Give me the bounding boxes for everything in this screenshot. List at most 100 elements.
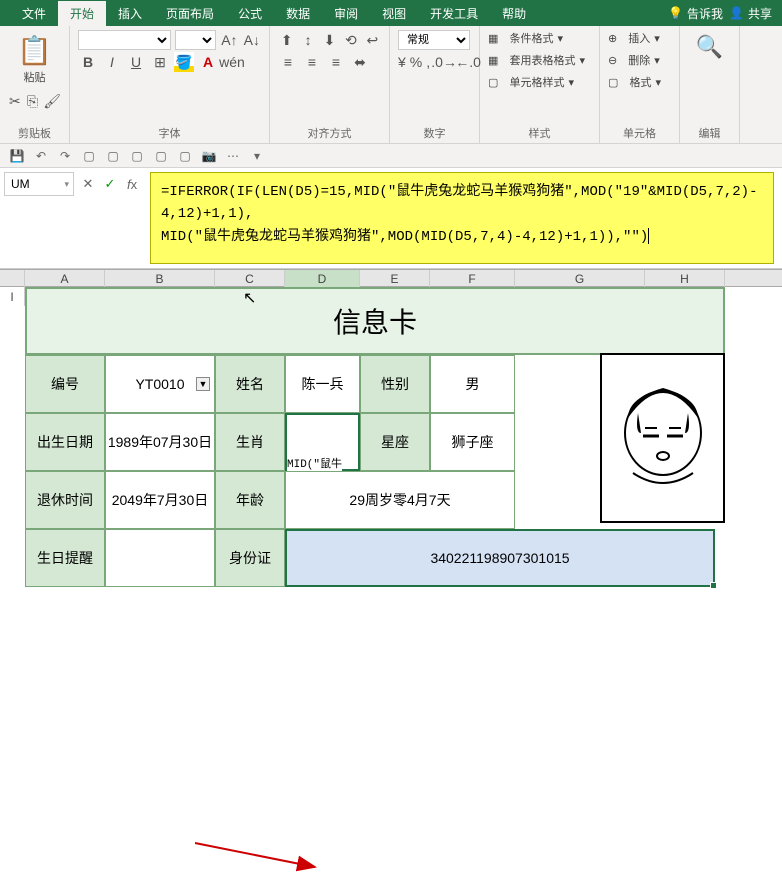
- qa-dropdown-icon[interactable]: ⋯: [224, 147, 242, 165]
- font-color-icon[interactable]: A: [198, 52, 218, 72]
- tab-insert[interactable]: 插入: [106, 1, 154, 26]
- label-remind[interactable]: 生日提醒: [25, 529, 105, 587]
- cell-sex[interactable]: 男: [430, 355, 515, 413]
- merge-icon[interactable]: ⬌: [350, 52, 370, 72]
- col-D[interactable]: D: [285, 270, 360, 288]
- underline-icon[interactable]: U: [126, 52, 146, 72]
- align-middle-icon[interactable]: ↕: [299, 30, 316, 50]
- label-id[interactable]: 身份证: [215, 529, 285, 587]
- cell-name[interactable]: 陈一兵: [285, 355, 360, 413]
- cell-remind[interactable]: [105, 529, 215, 587]
- cell-age[interactable]: 29周岁零4月7天: [285, 471, 515, 529]
- cancel-formula-icon[interactable]: ✕: [78, 174, 98, 194]
- copy-icon[interactable]: ⎘: [26, 91, 40, 111]
- fill-color-icon[interactable]: 🪣: [174, 52, 194, 72]
- label-name[interactable]: 姓名: [215, 355, 285, 413]
- phonetic-icon[interactable]: wén: [222, 52, 242, 72]
- tab-help[interactable]: 帮助: [490, 1, 538, 26]
- cell-retire[interactable]: 2049年7月30日: [105, 471, 215, 529]
- fx-icon[interactable]: fx: [122, 174, 142, 194]
- align-left-icon[interactable]: ≡: [278, 52, 298, 72]
- insert-cells-button[interactable]: ⊕ 插入 ▾: [608, 30, 671, 46]
- label-number[interactable]: 编号: [25, 355, 105, 413]
- save-icon[interactable]: 💾: [8, 147, 26, 165]
- percent-icon[interactable]: %: [410, 52, 422, 72]
- camera-icon[interactable]: 📷: [200, 147, 218, 165]
- bold-icon[interactable]: B: [78, 52, 98, 72]
- format-painter-icon[interactable]: 🖌: [43, 91, 61, 111]
- tab-data[interactable]: 数据: [274, 1, 322, 26]
- conditional-format-button[interactable]: ▦ 条件格式 ▾: [488, 30, 591, 46]
- cell-style-button[interactable]: ▢ 单元格样式 ▾: [488, 74, 591, 90]
- comma-icon[interactable]: ,: [426, 52, 430, 72]
- tab-file[interactable]: 文件: [10, 1, 58, 26]
- label-age[interactable]: 年龄: [215, 471, 285, 529]
- dec-decimal-icon[interactable]: ←.0: [458, 52, 478, 72]
- align-right-icon[interactable]: ≡: [326, 52, 346, 72]
- label-retire[interactable]: 退休时间: [25, 471, 105, 529]
- tab-view[interactable]: 视图: [370, 1, 418, 26]
- inc-decimal-icon[interactable]: .0→: [434, 52, 454, 72]
- col-C[interactable]: C: [215, 270, 285, 288]
- qa-more-icon[interactable]: ▾: [248, 147, 266, 165]
- cut-icon[interactable]: ✂: [8, 91, 22, 111]
- name-box[interactable]: UM: [4, 172, 74, 196]
- delete-cells-button[interactable]: ⊖ 删除 ▾: [608, 52, 671, 68]
- tab-dev[interactable]: 开发工具: [418, 1, 490, 26]
- undo-icon[interactable]: ↶: [32, 147, 50, 165]
- align-center-icon[interactable]: ≡: [302, 52, 322, 72]
- cell-id[interactable]: 340221198907301015: [285, 529, 715, 587]
- label-zodiac[interactable]: 生肖: [215, 413, 285, 471]
- redo-icon[interactable]: ↷: [56, 147, 74, 165]
- share-button[interactable]: 👤共享: [729, 5, 772, 22]
- cell-number[interactable]: YT0010 ▼: [105, 355, 215, 413]
- decrease-font-icon[interactable]: A↓: [243, 30, 261, 50]
- border-icon[interactable]: ⊞: [150, 52, 170, 72]
- font-family-select[interactable]: [78, 30, 171, 50]
- table-format-button[interactable]: ▦ 套用表格格式 ▾: [488, 52, 591, 68]
- format-cells-button[interactable]: ▢ 格式 ▾: [608, 74, 671, 90]
- font-size-select[interactable]: [175, 30, 216, 50]
- dropdown-icon[interactable]: ▼: [196, 377, 210, 391]
- selection-handle[interactable]: [710, 582, 717, 589]
- qa-icon-3[interactable]: ▢: [128, 147, 146, 165]
- align-bottom-icon[interactable]: ⬇: [321, 30, 338, 50]
- col-F[interactable]: F: [430, 270, 515, 288]
- col-G[interactable]: G: [515, 270, 645, 288]
- col-H[interactable]: H: [645, 270, 725, 288]
- cell-star[interactable]: 狮子座: [430, 413, 515, 471]
- accept-formula-icon[interactable]: ✓: [100, 174, 120, 194]
- number-format-select[interactable]: 常规: [398, 30, 470, 50]
- italic-icon[interactable]: I: [102, 52, 122, 72]
- qa-icon-2[interactable]: ▢: [104, 147, 122, 165]
- tab-review[interactable]: 审阅: [322, 1, 370, 26]
- tell-me[interactable]: 💡告诉我: [668, 5, 723, 22]
- qa-icon-4[interactable]: ▢: [152, 147, 170, 165]
- align-top-icon[interactable]: ⬆: [278, 30, 295, 50]
- card-title[interactable]: 信息卡: [25, 287, 725, 355]
- qa-icon[interactable]: ▢: [80, 147, 98, 165]
- label-star[interactable]: 星座: [360, 413, 430, 471]
- wrap-text-icon[interactable]: ↩: [364, 30, 381, 50]
- formula-input[interactable]: =IFERROR(IF(LEN(D5)=15,MID("鼠牛虎兔龙蛇马羊猴鸡狗猪…: [150, 172, 774, 264]
- editing-button[interactable]: 🔍: [688, 30, 731, 64]
- paste-button[interactable]: 📋 粘贴: [8, 30, 61, 89]
- orientation-icon[interactable]: ⟲: [342, 30, 359, 50]
- formula-bar: UM ✕ ✓ fx =IFERROR(IF(LEN(D5)=15,MID("鼠牛…: [0, 168, 782, 269]
- qa-icon-5[interactable]: ▢: [176, 147, 194, 165]
- label-birth[interactable]: 出生日期: [25, 413, 105, 471]
- increase-font-icon[interactable]: A↑: [220, 30, 238, 50]
- tab-formula[interactable]: 公式: [226, 1, 274, 26]
- tab-layout[interactable]: 页面布局: [154, 1, 226, 26]
- label-sex[interactable]: 性别: [360, 355, 430, 413]
- cell-birth[interactable]: 1989年07月30日: [105, 413, 215, 471]
- corner-cell[interactable]: [0, 270, 25, 288]
- currency-icon[interactable]: ¥: [398, 52, 406, 72]
- col-E[interactable]: E: [360, 270, 430, 288]
- col-B[interactable]: B: [105, 270, 215, 288]
- tab-home[interactable]: 开始: [58, 1, 106, 26]
- col-A[interactable]: A: [25, 270, 105, 288]
- col-I[interactable]: I: [0, 288, 25, 306]
- cell-zodiac-editing[interactable]: MID("鼠牛: [285, 413, 360, 471]
- photo-cell[interactable]: [600, 353, 725, 523]
